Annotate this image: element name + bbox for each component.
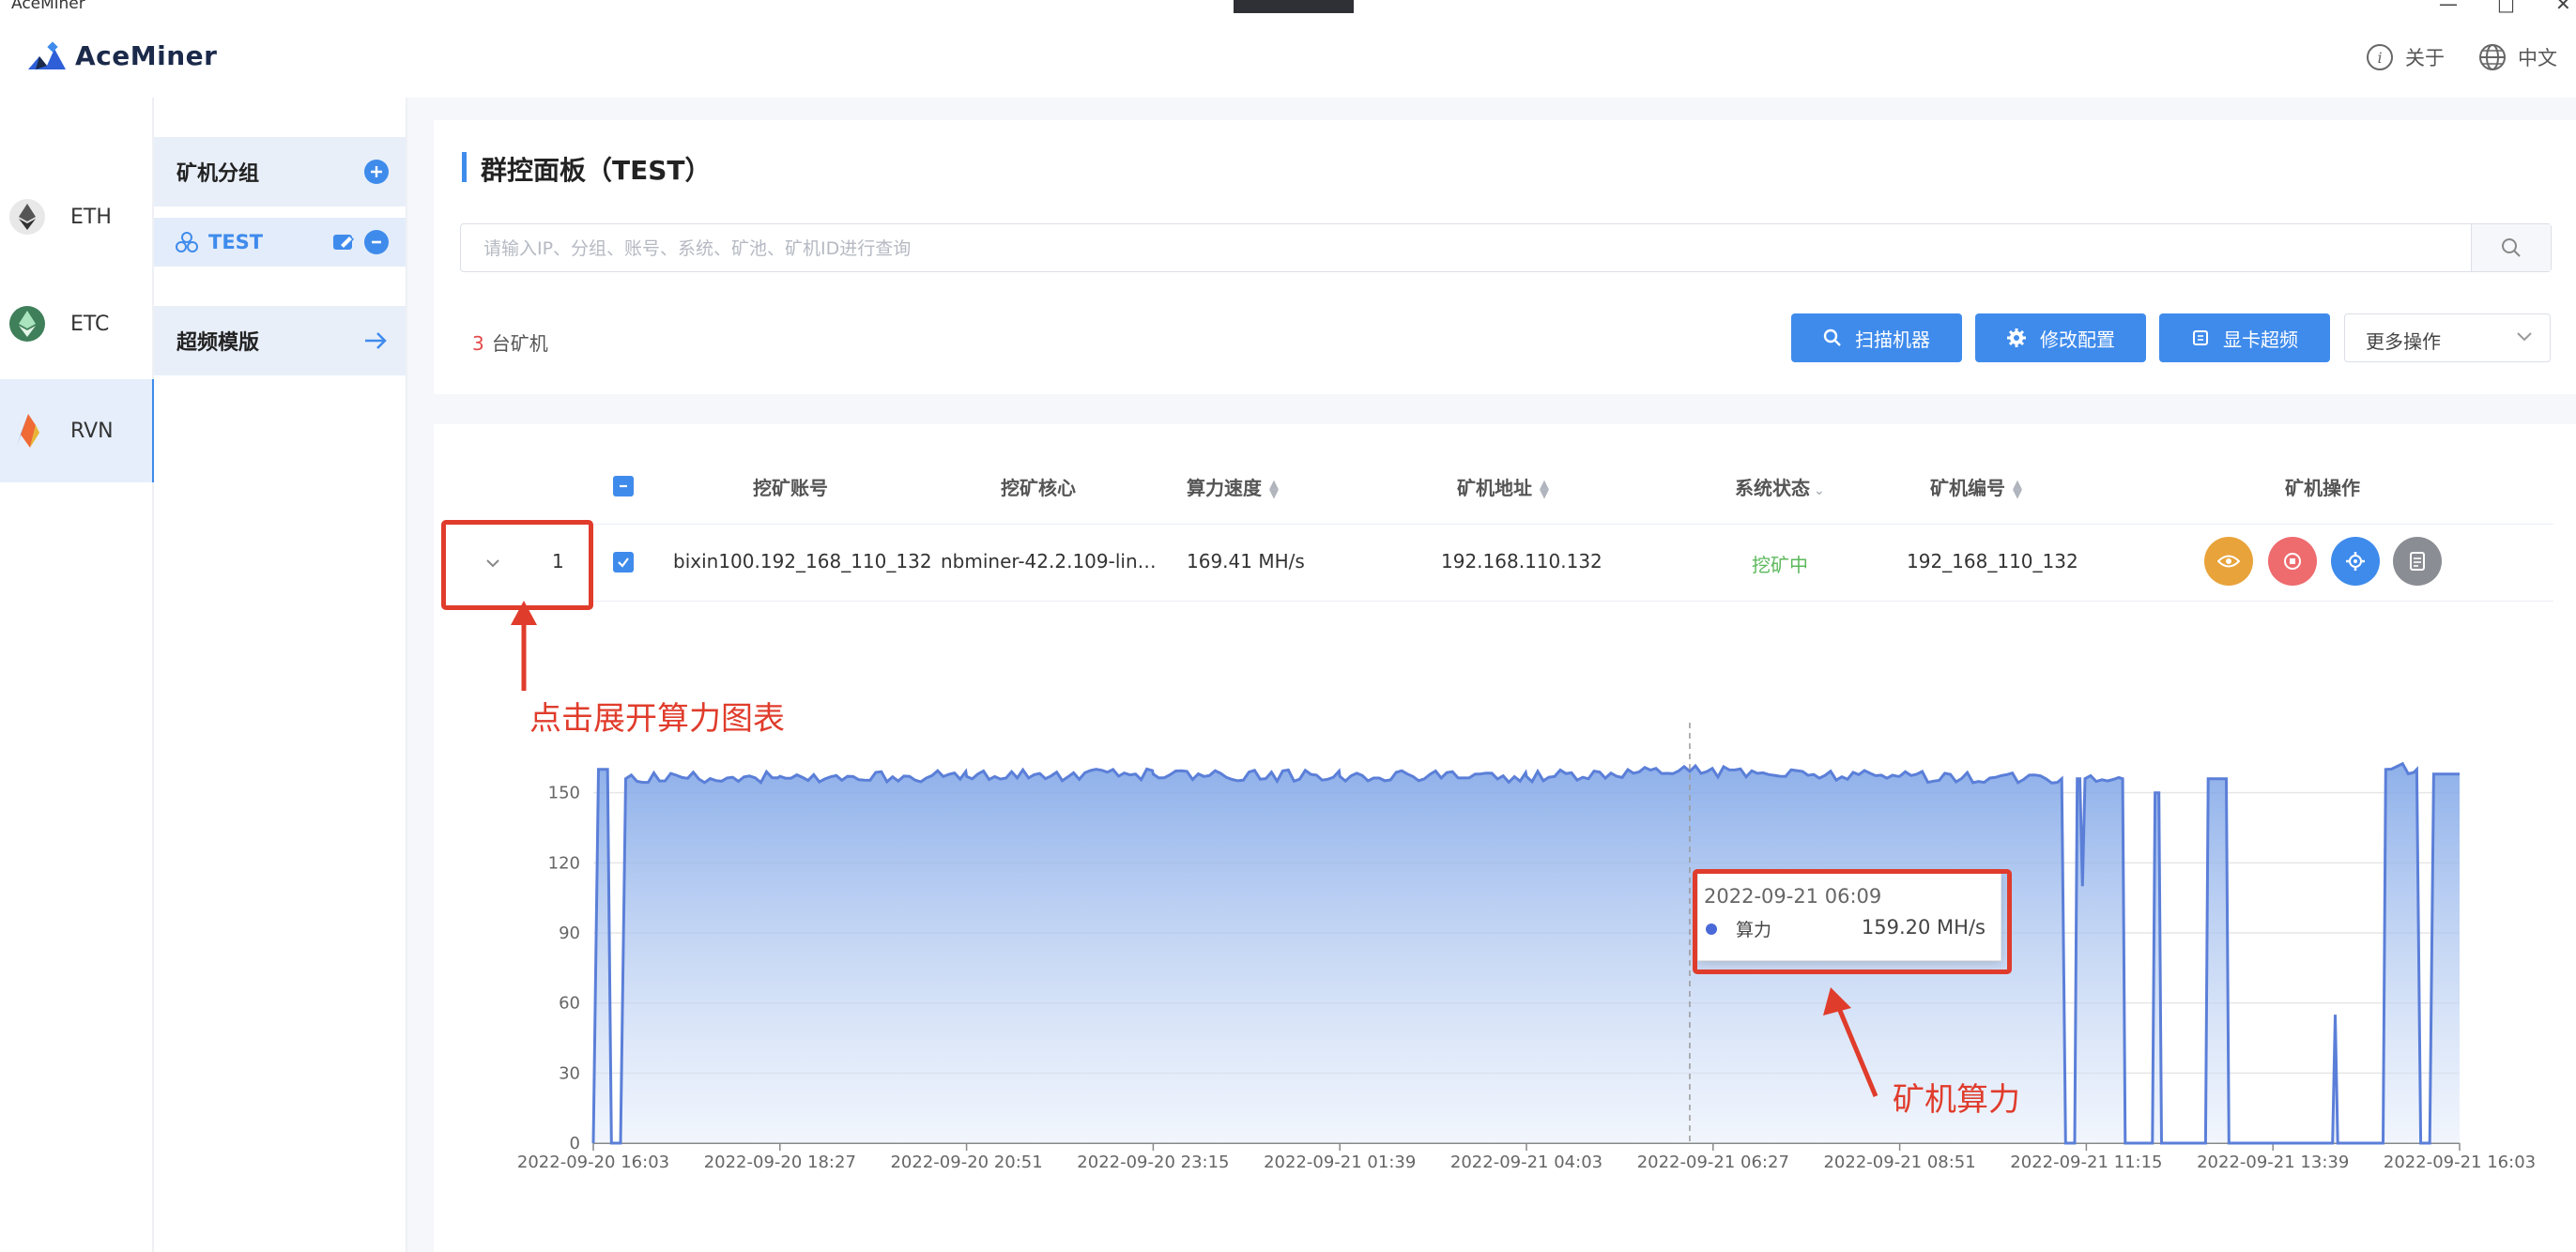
x-tick-label: 2022-09-20 16:03: [517, 1153, 669, 1172]
y-tick-label: 90: [559, 924, 580, 943]
annotation-arrow-up-left-icon: [1823, 987, 1878, 1097]
y-tick-label: 0: [570, 1134, 580, 1153]
hashrate-area: [593, 763, 2460, 1143]
y-tick-label: 120: [548, 853, 580, 873]
x-tick-label: 2022-09-21 04:03: [1450, 1153, 1602, 1172]
y-tick-label: 30: [559, 1063, 580, 1083]
y-tick-label: 60: [559, 994, 580, 1014]
x-axis: 2022-09-20 16:03 2022-09-20 18:27 2022-09-…: [517, 1143, 2536, 1172]
expand-hint-annotation: 点击展开算力图表: [529, 700, 785, 738]
x-tick-label: 2022-09-21 11:15: [2010, 1153, 2162, 1172]
x-tick-label: 2022-09-20 23:15: [1077, 1153, 1229, 1172]
y-tick-label: 150: [548, 784, 580, 803]
x-tick-label: 2022-09-20 18:27: [704, 1153, 856, 1172]
x-tick-label: 2022-09-21 08:51: [1823, 1153, 1975, 1172]
y-axis: 0 30 60 90 120 150: [548, 784, 580, 1153]
annotation-arrow-up-icon: [511, 601, 537, 691]
tooltip-highlight-box: [1693, 869, 2012, 974]
x-tick-label: 2022-09-20 20:51: [890, 1153, 1042, 1172]
x-tick-label: 2022-09-21 13:39: [2197, 1153, 2349, 1172]
x-tick-label: 2022-09-21 01:39: [1264, 1153, 1416, 1172]
x-tick-label: 2022-09-21 16:03: [2384, 1153, 2536, 1172]
x-tick-label: 2022-09-21 06:27: [1637, 1153, 1789, 1172]
hashrate-chart: 0306090120150 2022-09-20 16:03 2022-09-20…: [517, 723, 2536, 1172]
hashrate-hint-annotation: 矿机算力: [1893, 1081, 2020, 1119]
